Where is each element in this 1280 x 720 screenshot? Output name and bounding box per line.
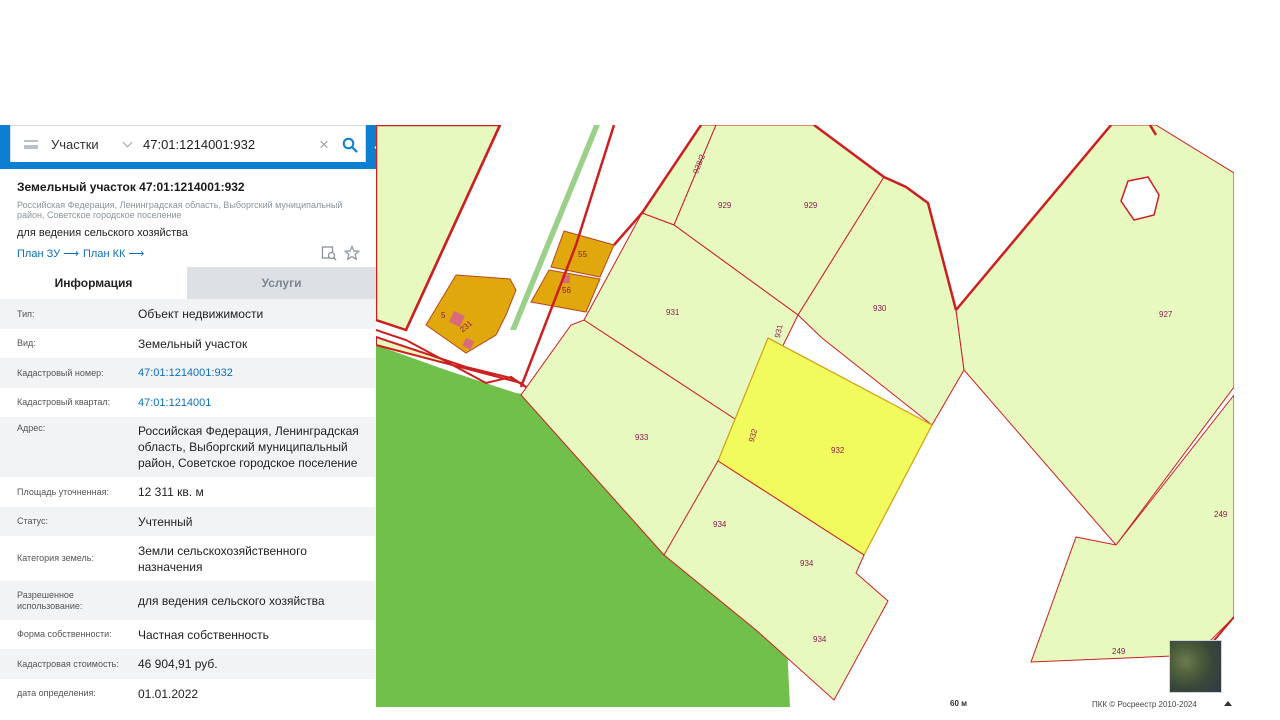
- row-value: Учтенный: [138, 514, 193, 529]
- row-label: Категория земель:: [17, 553, 94, 563]
- row-label: Кадастровая стоимость:: [17, 658, 119, 669]
- cadastral-quarter-link[interactable]: 47:01:1214001: [138, 395, 376, 411]
- parcel-label: 929: [718, 201, 732, 210]
- map-scale: 60 м: [950, 699, 968, 708]
- info-panel: Земельный участок 47:01:1214001:932 Росс…: [0, 169, 376, 720]
- row-value: Объект недвижимости: [138, 307, 264, 321]
- row-label: Вид:: [17, 338, 36, 348]
- plan-zu-link[interactable]: План ЗУ ⟶: [17, 247, 79, 260]
- cadastral-number-link[interactable]: 47:01:1214001:932: [138, 365, 376, 381]
- menu-icon[interactable]: [11, 125, 51, 164]
- row-value: Частная собственность: [138, 627, 269, 642]
- row-label: Разрешенное использование:: [17, 589, 83, 611]
- table-row: дата определения: 01.01.2022: [0, 679, 376, 708]
- parcel-label: 249: [1214, 510, 1228, 519]
- app: Участки 47:01:1214001:932 × Земельный уч…: [0, 125, 1280, 720]
- row-label: Форма собственности:: [17, 629, 112, 639]
- chevron-down-icon: [122, 137, 133, 148]
- print-preview-icon[interactable]: [321, 245, 337, 261]
- parcel-label: 934: [813, 635, 827, 644]
- row-value: Российская Федерация, Ленинградская обла…: [138, 424, 359, 470]
- plan-zu-label: План ЗУ: [17, 248, 61, 260]
- plan-kk-link[interactable]: План КК ⟶: [83, 247, 144, 260]
- parcel-label: 934: [800, 559, 814, 568]
- cadastral-map[interactable]: 928/2 929 929 927 55 56 5 231 931 931 93…: [376, 125, 1234, 707]
- search-type-select[interactable]: Участки: [51, 137, 137, 152]
- row-value: Земельный участок: [138, 336, 248, 351]
- table-row: Тип: Объект недвижимости: [0, 299, 376, 329]
- table-row: Статус: Учтенный: [0, 507, 376, 536]
- parcel-label: 927: [1159, 310, 1173, 319]
- parcel-label: 931: [666, 308, 680, 317]
- table-row: Кадастровый квартал: 47:01:1214001: [0, 388, 376, 417]
- row-value: 46 904,91 руб.: [138, 657, 218, 671]
- row-label: Кадастровый квартал:: [17, 397, 111, 407]
- parcel-label: 56: [562, 286, 571, 295]
- table-row: Кадастровая стоимость: 46 904,91 руб.: [0, 649, 376, 679]
- table-row: Площадь уточненная: 12 311 кв. м: [0, 477, 376, 507]
- parcel-label: 933: [635, 433, 649, 442]
- panel-tabs: Информация Услуги: [0, 267, 376, 299]
- search-icon[interactable]: [335, 130, 365, 160]
- parcel-label-selected: 932: [831, 446, 845, 455]
- parcel-label: 929: [804, 201, 818, 210]
- row-value: для ведения сельского хозяйства: [138, 593, 325, 608]
- row-label: Статус:: [17, 516, 48, 526]
- parcel-label: 930: [873, 304, 887, 313]
- search-bar: Участки 47:01:1214001:932 ×: [10, 125, 366, 164]
- row-label: Кадастровый номер:: [17, 367, 104, 378]
- object-purpose: для ведения сельского хозяйства: [17, 227, 189, 239]
- parcel-label: 249: [1112, 647, 1126, 656]
- map-copyright: ПКК © Росреестр 2010-2024: [1092, 700, 1197, 709]
- table-row: Адрес: Российская Федерация, Ленинградск…: [0, 417, 376, 477]
- star-icon[interactable]: [343, 245, 361, 261]
- plan-kk-label: План КК: [83, 248, 126, 260]
- search-input[interactable]: 47:01:1214001:932: [137, 137, 313, 152]
- table-row: Кадастровый номер: 47:01:1214001:932: [0, 358, 376, 388]
- table-row: Форма собственности: Частная собственнос…: [0, 620, 376, 649]
- row-label: Площадь уточненная:: [17, 486, 109, 497]
- row-value: 12 311 кв. м: [138, 485, 204, 499]
- table-row: Разрешенное использование: для ведения с…: [0, 581, 376, 620]
- row-label: Адрес:: [17, 423, 46, 433]
- row-label: дата определения:: [17, 688, 96, 698]
- attributes-table: Тип: Объект недвижимости Вид: Земельный …: [0, 299, 376, 708]
- object-address: Российская Федерация, Ленинградская обла…: [17, 200, 343, 220]
- tab-services[interactable]: Услуги: [187, 267, 376, 299]
- caret-up-icon[interactable]: [1224, 701, 1232, 706]
- close-icon[interactable]: ×: [313, 134, 335, 156]
- table-row: Вид: Земельный участок: [0, 329, 376, 358]
- row-label: Тип:: [17, 308, 35, 319]
- parcel-label: 55: [578, 250, 587, 259]
- basemap-switcher[interactable]: [1169, 640, 1222, 693]
- tab-information[interactable]: Информация: [0, 267, 187, 299]
- table-row: Категория земель: Земли сельскохозяйстве…: [0, 536, 376, 581]
- object-title: Земельный участок 47:01:1214001:932: [17, 180, 245, 194]
- row-value: 01.01.2022: [138, 686, 199, 701]
- search-bar-underline: [0, 162, 376, 169]
- search-type-label: Участки: [51, 137, 99, 152]
- parcel-label: 5: [441, 311, 446, 320]
- parcel-label: 934: [713, 520, 727, 529]
- row-value: Земли сельскохозяйственного назначения: [138, 543, 307, 574]
